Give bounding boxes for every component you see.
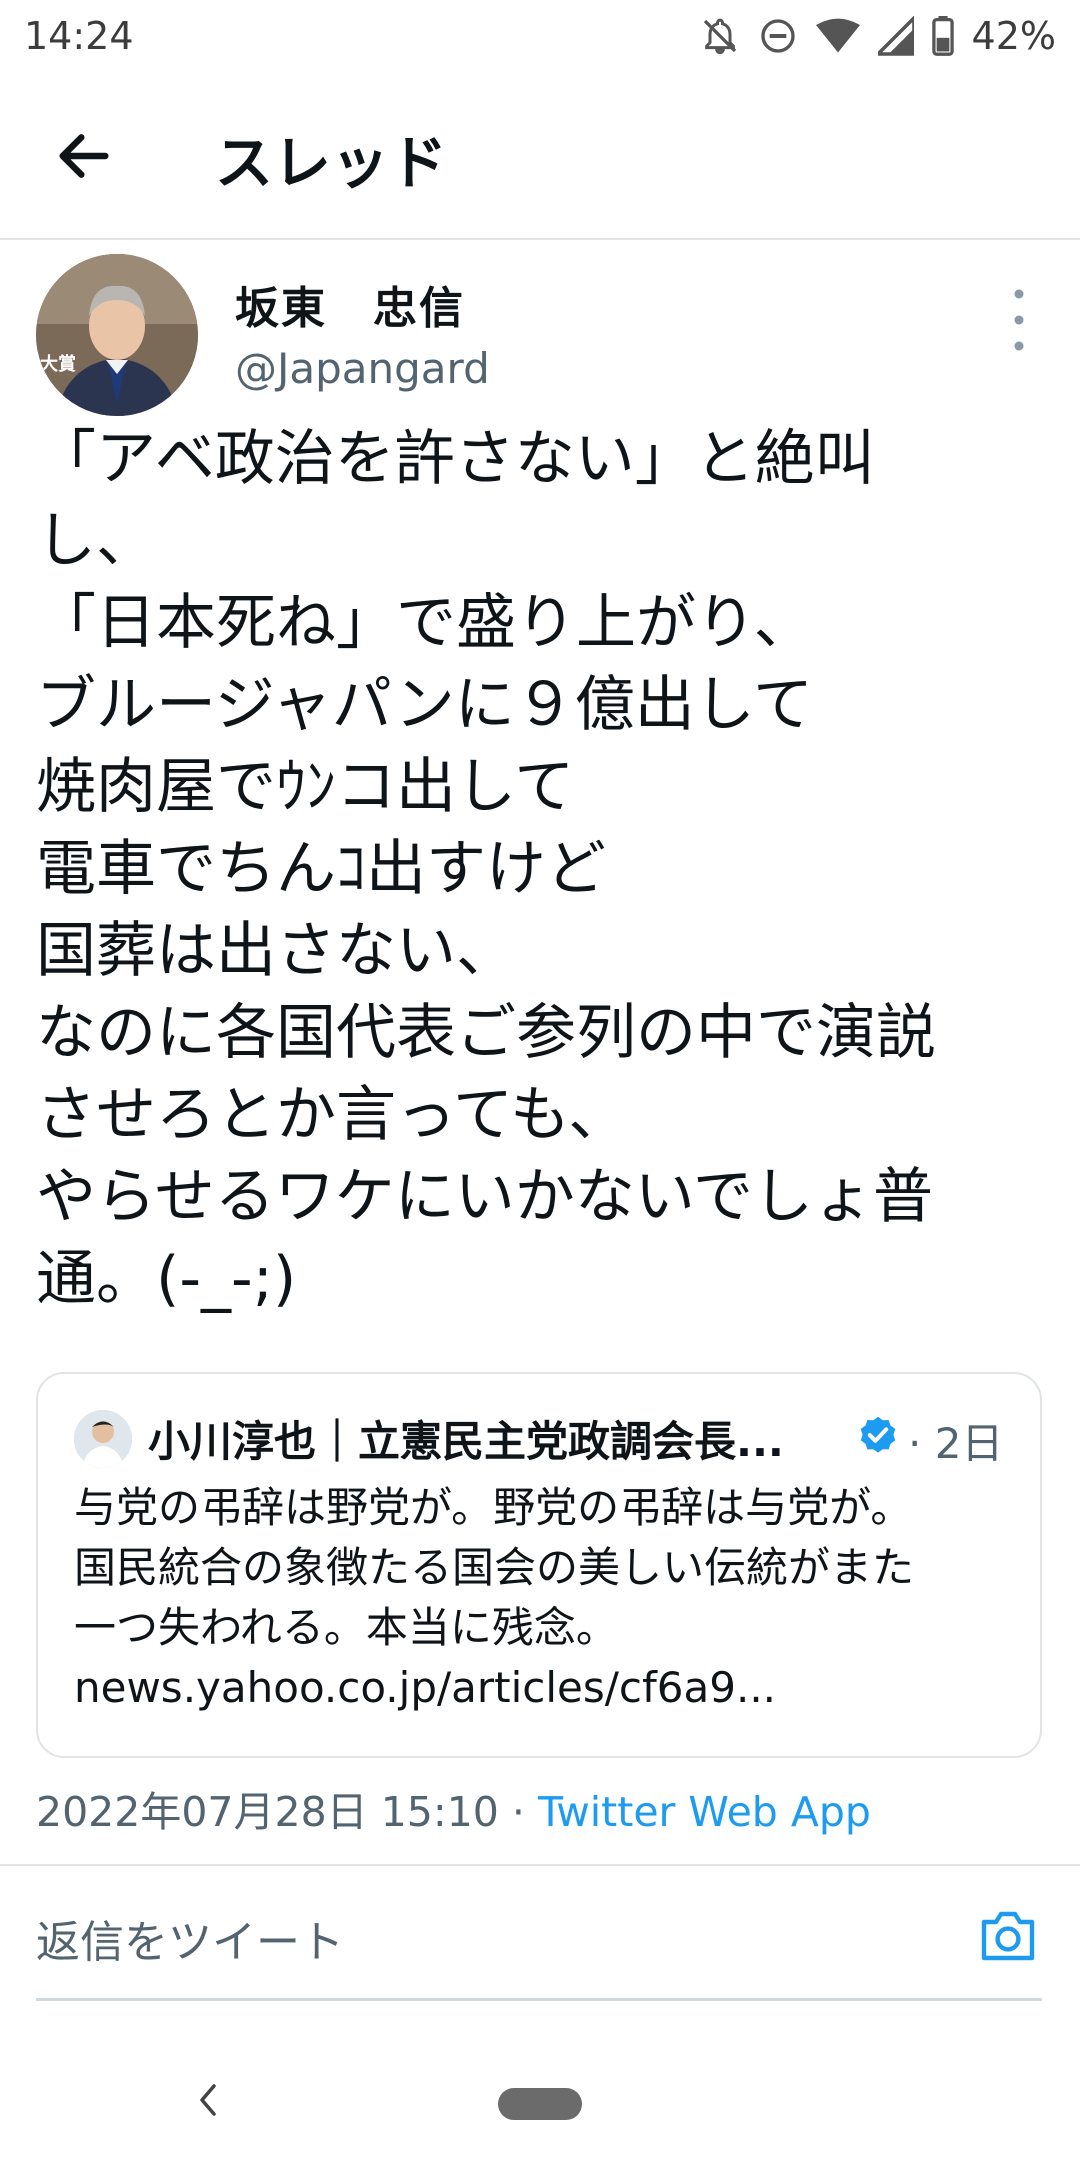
avatar-caption: 大賞 [40,353,76,375]
nav-home-pill[interactable] [498,2088,582,2120]
more-vertical-icon[interactable] [1006,280,1032,360]
quoted-tweet[interactable]: 小川淳也｜立憲民主党政調会長... · 2日 与党の弔辞は野党が。野党の弔辞は与… [36,1372,1042,1758]
verified-badge-icon [860,1416,896,1453]
quoted-time: · 2日 [908,1419,1004,1468]
reply-input[interactable]: 返信をツイート [36,1906,344,1970]
dnd-icon [760,19,795,53]
status-time: 14:24 [24,14,134,58]
author-name[interactable]: 坂東 忠信 [235,272,465,336]
signal-icon [877,16,914,56]
author-avatar[interactable]: 大賞 [36,254,198,416]
source-app-link[interactable]: Twitter Web App [538,1788,871,1836]
battery-icon [931,16,954,56]
quoted-text: 与党の弔辞は野党が。野党の弔辞は与党が。 国民統合の象徴たる国会の美しい伝統がま… [74,1483,915,1712]
arrow-left-icon[interactable] [52,124,116,188]
thread-header: スレッド [0,72,1080,240]
reply-bar[interactable]: 返信をツイート [36,1866,1042,2001]
status-bar: 14:24 42% [0,0,1080,72]
tweet-text: 「アベ政治を許さない」と絶叫 し、 「日本死ね」で盛り上がり、 ブルージャパンに… [36,424,936,1314]
quoted-author-name: 小川淳也｜立憲民主党政調会長... [148,1417,784,1466]
author-handle[interactable]: @Japangard [235,344,490,393]
page-title: スレッド [215,129,448,197]
system-nav-bar [0,2040,1080,2160]
battery-percent: 42% [971,14,1056,58]
tweet-timestamp: 2022年07月28日 15:10 · [36,1788,538,1836]
camera-icon[interactable] [978,1908,1038,1964]
nav-back-icon[interactable] [196,2080,220,2120]
quoted-author-avatar [74,1410,132,1468]
status-icons: 42% [700,14,1056,58]
tweet-meta: 2022年07月28日 15:10 · Twitter Web App [36,1778,871,1838]
wifi-icon [815,18,860,53]
bell-off-icon [703,18,736,55]
